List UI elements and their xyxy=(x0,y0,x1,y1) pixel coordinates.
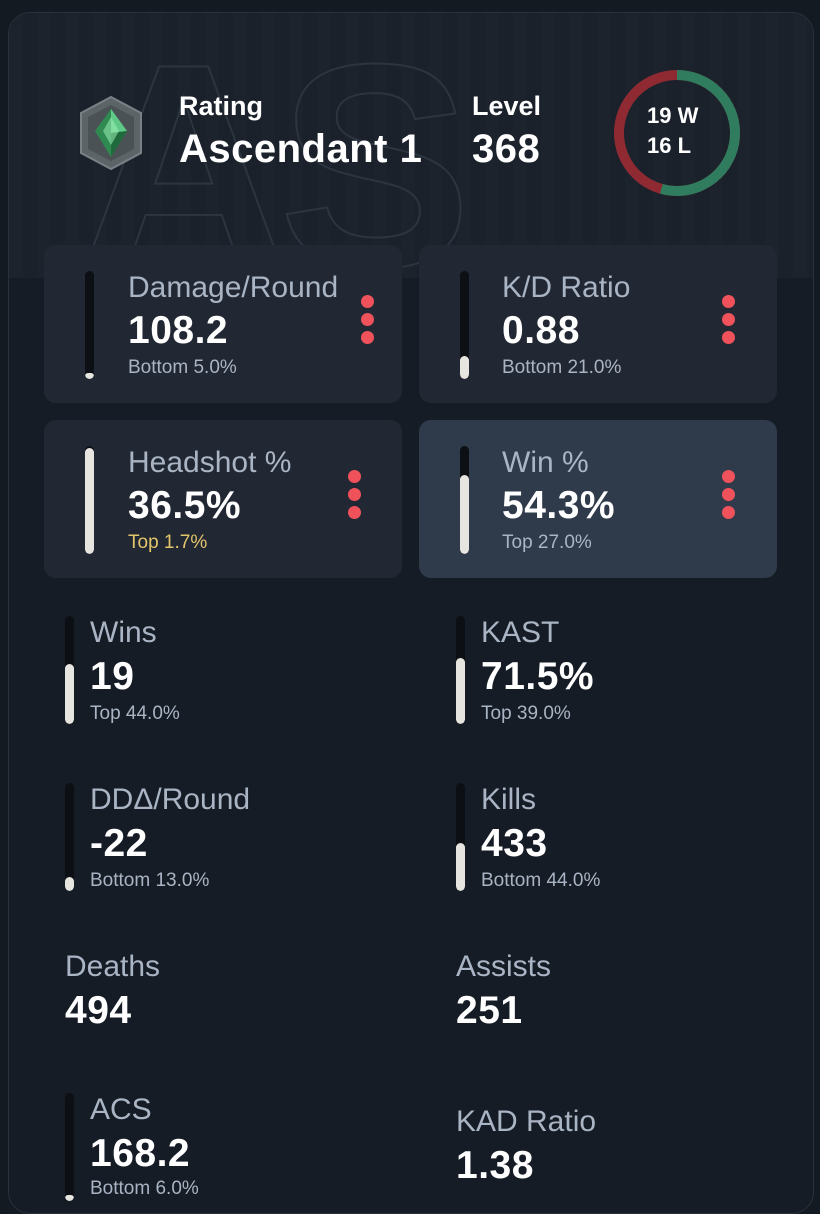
percentile-bar xyxy=(460,271,469,379)
ascendant-rank-icon xyxy=(80,95,142,171)
stat-label: Damage/Round xyxy=(128,271,339,304)
stat-label: Headshot % xyxy=(128,446,292,479)
rating-label: Rating xyxy=(179,91,263,121)
stat-value-wins: 19 xyxy=(90,655,135,698)
stat-value: 54.3% xyxy=(502,484,616,527)
level-label: Level xyxy=(472,91,542,121)
stat-value: 36.5% xyxy=(128,484,242,527)
percentile-bar-fill xyxy=(456,658,465,724)
more-options-icon[interactable] xyxy=(346,470,362,526)
more-options-icon[interactable] xyxy=(359,295,375,351)
percentile-bar-fill xyxy=(460,475,469,554)
stat-value: 108.2 xyxy=(128,309,229,352)
level-value: 368 xyxy=(472,127,541,171)
stat-percentile: Top 1.7% xyxy=(128,532,208,553)
stat-value-kad-ratio: 1.38 xyxy=(456,1144,534,1187)
percentile-bar xyxy=(456,783,465,891)
percentile-bar xyxy=(65,616,74,724)
percentile-bar xyxy=(456,616,465,724)
percentile-bar xyxy=(65,783,74,891)
more-options-icon[interactable] xyxy=(720,295,736,351)
stat-percentile-kast: Top 39.0% xyxy=(481,703,571,724)
percentile-bar-fill xyxy=(460,356,469,379)
stat-label: Win % xyxy=(502,446,589,479)
stat-percentile-ddelta-round: Bottom 13.0% xyxy=(90,870,210,891)
wins-count: 19 W xyxy=(647,103,699,128)
stat-percentile-wins: Top 44.0% xyxy=(90,703,180,724)
stat-value-assists: 251 xyxy=(456,989,523,1032)
more-options-icon[interactable] xyxy=(720,470,736,526)
stat-label-wins: Wins xyxy=(90,616,157,649)
stat-percentile: Top 27.0% xyxy=(502,532,592,553)
stat-percentile: Bottom 21.0% xyxy=(502,357,622,378)
percentile-bar-fill xyxy=(65,1194,74,1201)
stat-label-kad-ratio: KAD Ratio xyxy=(456,1105,597,1138)
stat-value: 0.88 xyxy=(502,309,580,352)
stat-label-ddelta-round: DDΔ/Round xyxy=(90,783,251,816)
percentile-bar xyxy=(460,446,469,554)
losses-count: 16 L xyxy=(647,133,692,158)
stat-label-assists: Assists xyxy=(456,950,552,983)
stat-value-kills: 433 xyxy=(481,822,548,865)
percentile-bar xyxy=(85,446,94,554)
stat-card-kd-ratio[interactable]: K/D Ratio 0.88 Bottom 21.0% xyxy=(419,245,777,403)
stat-value-deaths: 494 xyxy=(65,989,132,1032)
percentile-bar-fill xyxy=(456,843,465,891)
percentile-bar-fill xyxy=(65,876,74,891)
percentile-bar xyxy=(65,1093,74,1201)
stat-value-ddelta-round: -22 xyxy=(90,822,148,865)
stat-label-deaths: Deaths xyxy=(65,950,161,983)
stat-card-damage-round[interactable]: Damage/Round 108.2 Bottom 5.0% xyxy=(44,245,402,403)
stat-label-acs: ACS xyxy=(90,1093,152,1126)
percentile-bar-fill xyxy=(65,663,74,724)
stat-value-kast: 71.5% xyxy=(481,655,595,698)
stat-percentile: Bottom 5.0% xyxy=(128,357,237,378)
stat-label: K/D Ratio xyxy=(502,271,631,304)
stat-value-acs: 168.2 xyxy=(90,1132,191,1175)
percentile-bar xyxy=(85,271,94,379)
stat-label-kast: KAST xyxy=(481,616,560,649)
percentile-bar-fill xyxy=(85,372,94,379)
rating-value: Ascendant 1 xyxy=(179,127,423,171)
stat-percentile-acs: Bottom 6.0% xyxy=(90,1178,199,1199)
percentile-bar-fill xyxy=(85,448,94,554)
stat-label-kills: Kills xyxy=(481,783,537,816)
profile-stats-panel: AS Rating Ascendant 1 Level 368 19 W 16 … xyxy=(8,12,814,1214)
stat-card-headshot[interactable]: Headshot % 36.5% Top 1.7% xyxy=(44,420,402,578)
stat-percentile-kills: Bottom 44.0% xyxy=(481,870,601,891)
stat-card-win-percent[interactable]: Win % 54.3% Top 27.0% xyxy=(419,420,777,578)
